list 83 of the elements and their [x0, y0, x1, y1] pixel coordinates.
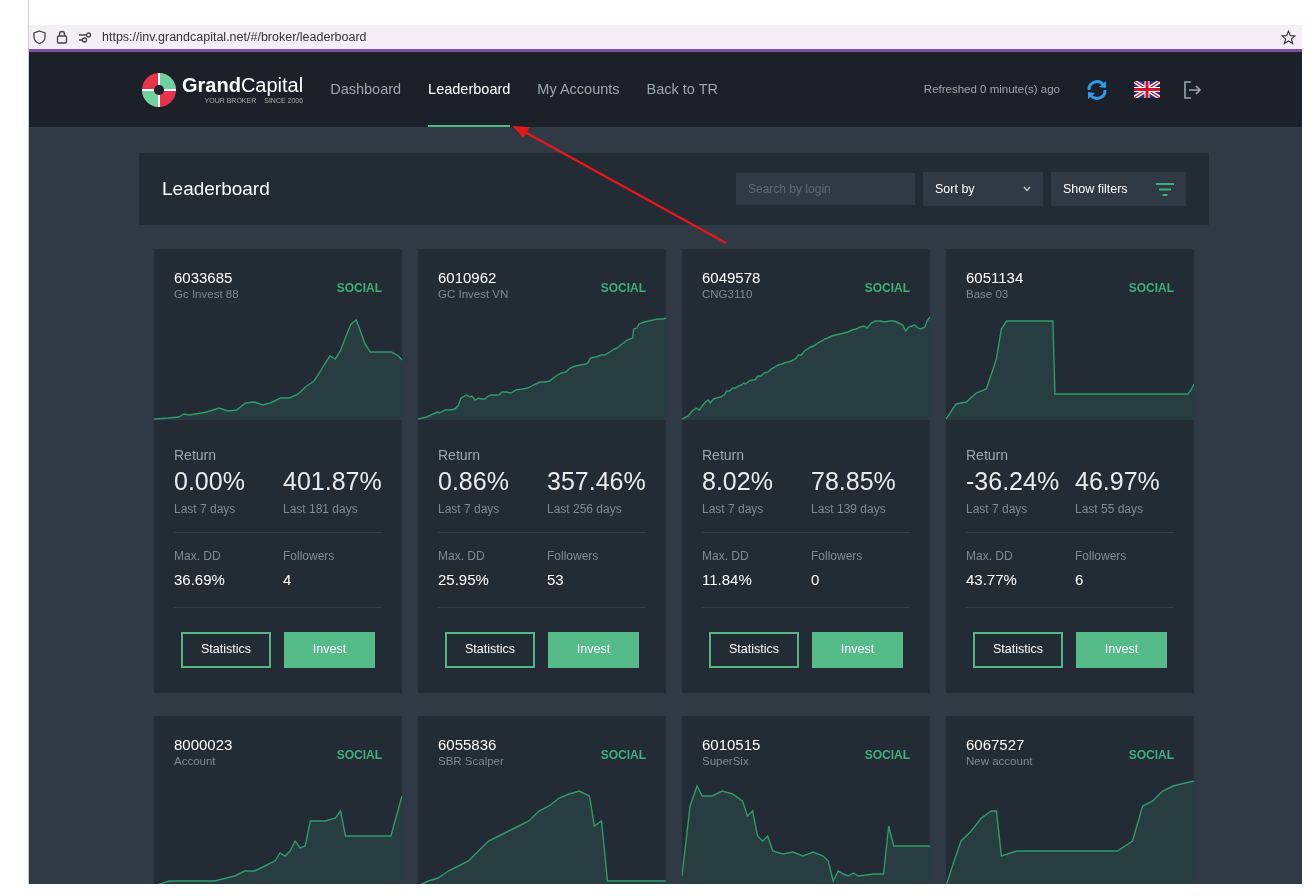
account-type: SOCIAL: [1128, 747, 1174, 764]
account-type: SOCIAL: [336, 280, 382, 297]
period-label: Last 7 days: [174, 501, 237, 518]
logout-icon[interactable]: [1182, 79, 1202, 100]
shield-icon: [33, 30, 46, 44]
statistics-button[interactable]: Statistics: [445, 631, 535, 668]
settings-icon[interactable]: [78, 31, 92, 43]
return-label: Return: [174, 446, 218, 465]
statistics-button[interactable]: Statistics: [181, 631, 271, 668]
followers-label: Followers: [1075, 548, 1127, 565]
account-name: Gc Invest 88: [174, 287, 239, 301]
account-type: SOCIAL: [1128, 280, 1174, 297]
period-label: Last 7 days: [702, 501, 765, 518]
return-value: 357.46%: [547, 466, 646, 496]
account-name: Base 03: [966, 287, 1010, 301]
return-value: 0.00%: [174, 466, 246, 496]
max-drawdown-value: 36.69%: [174, 570, 226, 590]
return-label: Return: [438, 446, 482, 465]
account-name: Account: [174, 754, 217, 768]
show-filters-button[interactable]: Show filters: [1051, 172, 1186, 206]
max-drawdown-value: 11.84%: [702, 570, 753, 590]
return-value: 0.86%: [438, 466, 510, 496]
uk-flag-icon[interactable]: [1134, 81, 1160, 98]
statistics-button[interactable]: Statistics: [973, 631, 1063, 668]
account-name: GC Invest VN: [438, 287, 509, 301]
bookmark-star-icon[interactable]: [1281, 29, 1296, 45]
followers-count: 6: [1075, 570, 1085, 590]
account-name: CNG3110: [702, 287, 754, 301]
account-name: SuperSix: [702, 754, 750, 768]
account-type: SOCIAL: [600, 747, 646, 764]
account-login: 6010515: [702, 736, 761, 754]
period-label: Last 7 days: [966, 501, 1029, 518]
account-name: SBR Scalper: [438, 754, 504, 768]
account-login: 6033685: [174, 269, 234, 287]
refresh-icon[interactable]: [1085, 78, 1109, 101]
period-label: Last 55 days: [1075, 501, 1145, 518]
lock-icon: [56, 30, 68, 44]
period-label: Last 181 days: [283, 501, 359, 518]
brand-name: GrandCapital: [182, 74, 304, 95]
account-login: 6067527: [966, 736, 1026, 754]
filter-icon: [1156, 182, 1174, 196]
followers-count: 53: [547, 570, 565, 590]
followers-label: Followers: [283, 548, 335, 565]
page-title: Leaderboard: [162, 176, 270, 201]
account-type: SOCIAL: [600, 280, 646, 297]
return-value: 401.87%: [283, 466, 382, 496]
account-login: 6010962: [438, 269, 498, 287]
account-type: SOCIAL: [336, 747, 382, 764]
logo-icon: [140, 70, 178, 109]
return-label: Return: [702, 446, 746, 465]
max-drawdown-label: Max. DD: [966, 548, 1014, 565]
account-type: SOCIAL: [864, 280, 910, 297]
max-drawdown-value: 43.77%: [966, 570, 1018, 590]
nav-link[interactable]: My Accounts: [537, 52, 620, 127]
account-type: SOCIAL: [864, 747, 910, 764]
return-label: Return: [966, 446, 1010, 465]
period-label: Last 139 days: [811, 501, 887, 518]
max-drawdown-value: 25.95%: [438, 570, 490, 590]
max-drawdown-label: Max. DD: [702, 548, 750, 565]
nav-link[interactable]: Dashboard: [330, 52, 402, 127]
account-login: 6055836: [438, 736, 498, 754]
return-value: -36.24%: [966, 466, 1061, 496]
followers-label: Followers: [547, 548, 599, 565]
period-label: Last 256 days: [547, 501, 623, 518]
return-value: 46.97%: [1075, 466, 1160, 496]
max-drawdown-label: Max. DD: [438, 548, 486, 565]
followers-label: Followers: [811, 548, 863, 565]
period-label: Last 7 days: [438, 501, 501, 518]
url-text[interactable]: https://inv.grandcapital.net/#/broker/leaderboard: [102, 27, 367, 47]
followers-count: 4: [283, 570, 293, 590]
chevron-down-icon: [1023, 186, 1031, 192]
sort-dropdown[interactable]: Sort by: [923, 172, 1043, 206]
return-value: 8.02%: [702, 466, 774, 496]
account-login: 6051134: [966, 269, 1024, 287]
account-login: 8000023: [174, 736, 233, 754]
nav-link[interactable]: Back to TR: [646, 52, 718, 127]
account-login: 6049578: [702, 269, 761, 287]
refresh-status: Refreshed 0 minute(s) ago: [923, 81, 1060, 97]
return-value: 78.85%: [811, 466, 896, 496]
followers-count: 0: [811, 570, 821, 590]
account-name: New account: [966, 754, 1033, 768]
statistics-button[interactable]: Statistics: [709, 631, 799, 668]
max-drawdown-label: Max. DD: [174, 548, 222, 565]
